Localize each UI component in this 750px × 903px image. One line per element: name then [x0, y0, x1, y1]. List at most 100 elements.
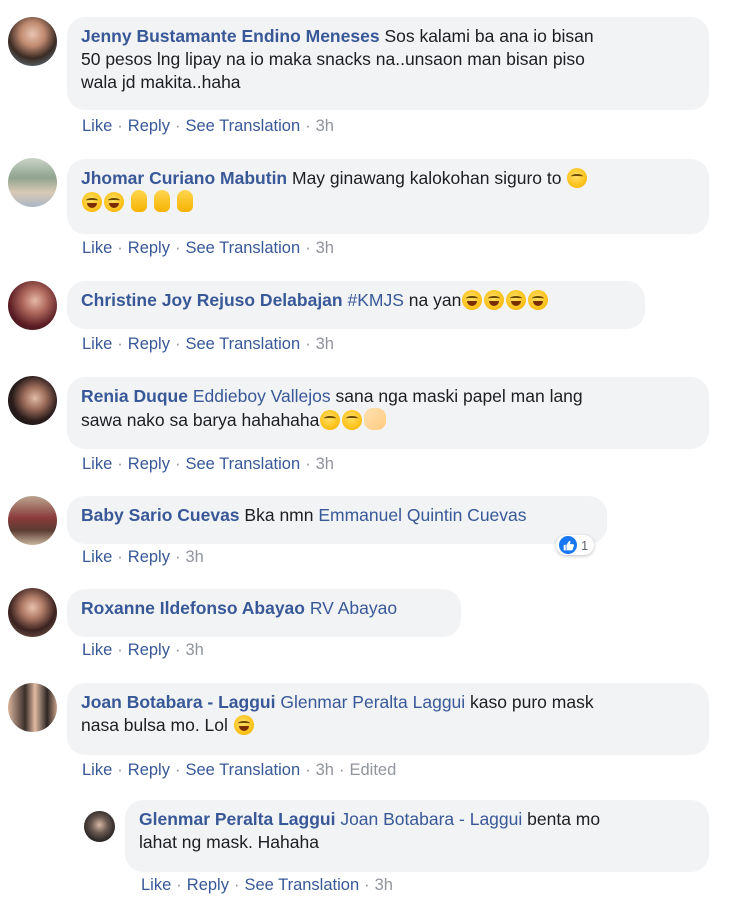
timestamp[interactable]: 3h: [316, 239, 334, 257]
separator: ·: [174, 335, 181, 353]
comment-author[interactable]: Christine Joy Rejuso Delabajan: [81, 290, 343, 310]
avatar[interactable]: [84, 811, 115, 842]
victory-hand-icon: [130, 190, 147, 212]
comment-bubble: Joan Botabara - Laggui Glenmar Peralta L…: [67, 683, 709, 755]
comment-author[interactable]: Renia Duque: [81, 386, 188, 406]
clapping-hands-icon: [364, 408, 387, 430]
reaction-summary[interactable]: 1: [556, 535, 595, 555]
separator: ·: [117, 761, 123, 779]
comment-bubble: Jhomar Curiano Mabutin May ginawang kalo…: [67, 159, 709, 234]
timestamp[interactable]: 3h: [316, 335, 334, 353]
comment-author[interactable]: Jenny Bustamante Endino Meneses: [81, 26, 380, 46]
timestamp[interactable]: 3h: [375, 876, 393, 894]
separator: ·: [117, 455, 123, 473]
comment-text: 50 pesos lng lipay na io maka snacks na.…: [81, 49, 585, 69]
see-translation-link[interactable]: See Translation: [244, 876, 359, 894]
avatar[interactable]: [8, 158, 57, 207]
separator: ·: [305, 761, 311, 779]
separator: ·: [305, 335, 311, 353]
comment-text: sana nga maski papel man lang: [335, 386, 583, 406]
comment-text: na yan: [408, 290, 462, 310]
victory-hand-icon: [176, 190, 193, 212]
comment-bubble: Christine Joy Rejuso Delabajan #KMJS na …: [67, 281, 645, 329]
separator: ·: [174, 455, 181, 473]
avatar[interactable]: [8, 17, 57, 66]
mention-link[interactable]: RV Abayao: [310, 598, 397, 618]
mention-link[interactable]: Joan Botabara - Laggui: [340, 809, 522, 829]
like-link[interactable]: Like: [141, 876, 171, 894]
separator: ·: [117, 335, 123, 353]
separator: ·: [305, 117, 311, 135]
comment-actions: Like · Reply · See Translation · 3h · Edited: [82, 761, 396, 780]
reply-link[interactable]: Reply: [128, 761, 170, 779]
separator: ·: [117, 548, 123, 566]
avatar[interactable]: [8, 588, 57, 637]
edited-label[interactable]: Edited: [349, 761, 396, 779]
like-link[interactable]: Like: [82, 548, 112, 566]
comment-bubble: Glenmar Peralta Laggui Joan Botabara - L…: [125, 800, 709, 872]
timestamp[interactable]: 3h: [185, 641, 203, 659]
hashtag-link[interactable]: #KMJS: [347, 290, 403, 310]
comment-author[interactable]: Baby Sario Cuevas: [81, 505, 240, 525]
timestamp[interactable]: 3h: [316, 761, 334, 779]
timestamp[interactable]: 3h: [316, 117, 334, 135]
separator: ·: [117, 641, 123, 659]
comment-text: lahat ng mask. Hahaha: [139, 832, 319, 852]
see-translation-link[interactable]: See Translation: [185, 335, 300, 353]
reply-link[interactable]: Reply: [128, 641, 170, 659]
see-translation-link[interactable]: See Translation: [185, 117, 300, 135]
laughing-face-icon: [233, 715, 254, 735]
comment-author[interactable]: Jhomar Curiano Mabutin: [81, 168, 287, 188]
avatar[interactable]: [8, 683, 57, 732]
comment-actions: Like · Reply · See Translation · 3h: [82, 455, 334, 474]
separator: ·: [174, 641, 181, 659]
comment-bubble: Jenny Bustamante Endino Meneses Sos kala…: [67, 17, 709, 110]
reply-link[interactable]: Reply: [128, 548, 170, 566]
face-blowing-kiss-icon: [342, 410, 363, 430]
avatar[interactable]: [8, 281, 57, 330]
mention-link[interactable]: Eddieboy Vallejos: [193, 386, 331, 406]
comment-author[interactable]: Glenmar Peralta Laggui: [139, 809, 335, 829]
timestamp[interactable]: 3h: [185, 548, 203, 566]
reply-link[interactable]: Reply: [128, 335, 170, 353]
reply-link[interactable]: Reply: [128, 455, 170, 473]
comment-text: sawa nako sa barya hahahaha: [81, 410, 320, 430]
separator: ·: [174, 761, 181, 779]
grinning-squinting-face-icon: [462, 290, 483, 310]
laughing-face-icon: [484, 290, 505, 310]
like-link[interactable]: Like: [82, 335, 112, 353]
mention-link[interactable]: Emmanuel Quintin Cuevas: [318, 505, 526, 525]
comment-text: wala jd makita..haha: [81, 72, 241, 92]
like-link[interactable]: Like: [82, 761, 112, 779]
timestamp[interactable]: 3h: [316, 455, 334, 473]
reaction-count: 1: [581, 537, 589, 553]
reply-link[interactable]: Reply: [128, 117, 170, 135]
avatar[interactable]: [8, 496, 57, 545]
reply-link[interactable]: Reply: [128, 239, 170, 257]
see-translation-link[interactable]: See Translation: [185, 239, 300, 257]
see-translation-link[interactable]: See Translation: [185, 455, 300, 473]
mention-link[interactable]: Glenmar Peralta Laggui: [280, 692, 465, 712]
separator: ·: [174, 117, 181, 135]
victory-hand-icon: [153, 190, 170, 212]
comment-author[interactable]: Joan Botabara - Laggui: [81, 692, 275, 712]
like-link[interactable]: Like: [82, 117, 112, 135]
comment-actions: Like · Reply · See Translation · 3h: [82, 335, 334, 354]
avatar[interactable]: [8, 376, 57, 425]
comment-text: benta mo: [527, 809, 601, 829]
reply-link[interactable]: Reply: [187, 876, 229, 894]
see-translation-link[interactable]: See Translation: [185, 761, 300, 779]
separator: ·: [174, 239, 181, 257]
comment-text: kaso puro mask: [470, 692, 594, 712]
comment-actions: Like · Reply · See Translation · 3h: [82, 117, 334, 136]
like-link[interactable]: Like: [82, 641, 112, 659]
like-link[interactable]: Like: [82, 455, 112, 473]
separator: ·: [305, 239, 311, 257]
comment-author[interactable]: Roxanne Ildefonso Abayao: [81, 598, 305, 618]
laughing-face-icon: [506, 290, 527, 310]
comment-actions: Like · Reply · 3h: [82, 548, 204, 567]
like-link[interactable]: Like: [82, 239, 112, 257]
thinking-face-icon: [567, 168, 588, 188]
comment-text: nasa bulsa mo. Lol: [81, 715, 228, 735]
laughing-face-icon: [528, 290, 549, 310]
